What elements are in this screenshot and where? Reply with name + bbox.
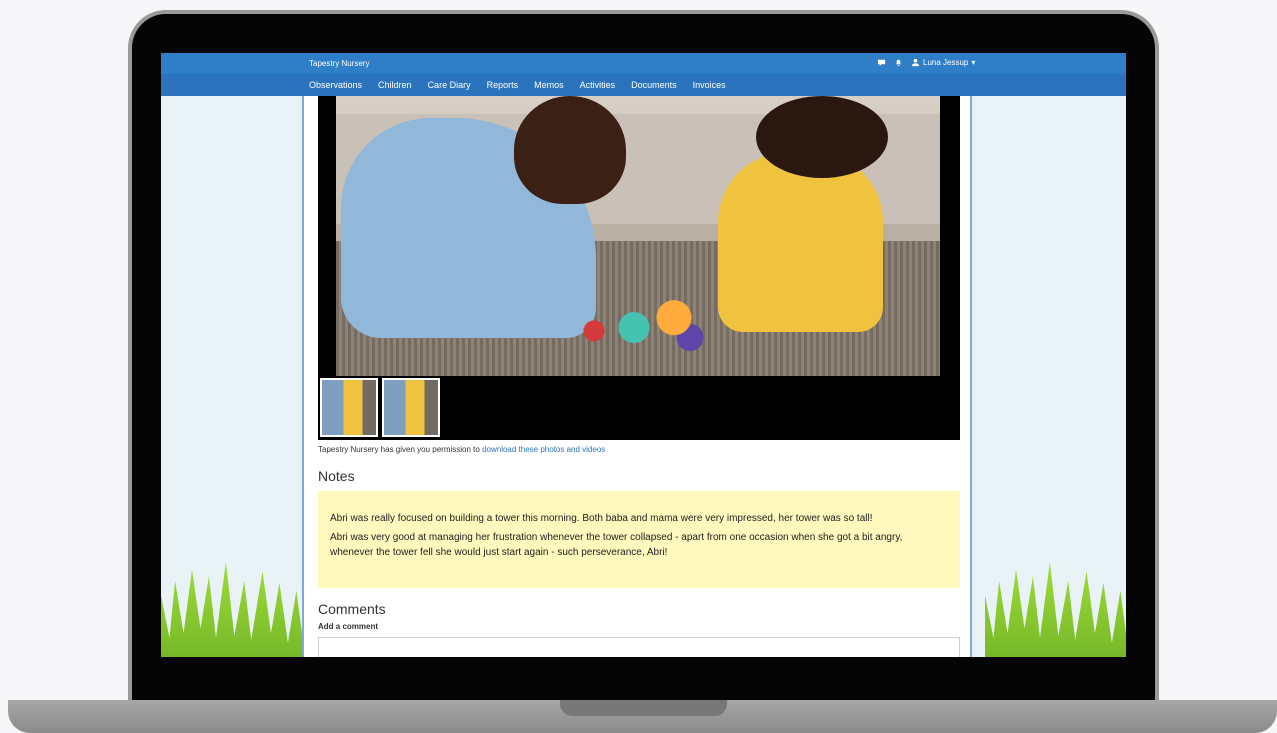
photo-child-figure: [718, 152, 883, 332]
right-grass-decoration: [985, 562, 1126, 657]
left-grass-decoration: [161, 562, 302, 657]
nav-activities[interactable]: Activities: [580, 80, 616, 90]
download-permission-message: Tapestry Nursery has given you permissio…: [318, 445, 605, 454]
bell-icon[interactable]: [894, 58, 903, 67]
nav-memos[interactable]: Memos: [534, 80, 564, 90]
user-menu[interactable]: Luna Jessup ▾: [911, 58, 975, 67]
user-area: Luna Jessup ▾: [877, 58, 975, 67]
navigation-items: Observations Children Care Diary Reports…: [309, 80, 726, 90]
notes-heading: Notes: [318, 468, 355, 484]
nav-reports[interactable]: Reports: [487, 80, 519, 90]
nav-documents[interactable]: Documents: [631, 80, 677, 90]
user-icon: [911, 58, 920, 67]
observation-content: Tapestry Nursery has given you permissio…: [302, 96, 972, 657]
photo-thumbnail-2[interactable]: [382, 378, 440, 437]
download-photos-link[interactable]: download these photos and videos: [482, 445, 605, 454]
top-bar: Tapestry Nursery Luna Jessup ▾: [161, 53, 1126, 74]
main-photo[interactable]: [336, 96, 940, 376]
application-screen: Tapestry Nursery Luna Jessup ▾ Observati…: [161, 53, 1126, 657]
nav-invoices[interactable]: Invoices: [693, 80, 726, 90]
photo-thumbnail-1[interactable]: [320, 378, 378, 437]
comments-heading: Comments: [318, 601, 386, 617]
main-navigation: Observations Children Care Diary Reports…: [161, 74, 1126, 96]
notes-box: Abri was really focused on building a to…: [318, 491, 960, 588]
nav-observations[interactable]: Observations: [309, 80, 362, 90]
permission-text: Tapestry Nursery has given you permissio…: [318, 445, 483, 454]
user-name: Luna Jessup: [923, 58, 969, 67]
note-paragraph-2: Abri was very good at managing her frust…: [330, 532, 903, 558]
photo-gallery: [318, 96, 960, 440]
nav-children[interactable]: Children: [378, 80, 412, 90]
photo-toy-blocks: [562, 288, 722, 354]
photo-child-head: [756, 96, 888, 178]
chat-icon[interactable]: [877, 58, 886, 67]
caret-down-icon: ▾: [971, 58, 976, 67]
laptop-notch: [560, 700, 727, 716]
nav-care-diary[interactable]: Care Diary: [428, 80, 471, 90]
brand-name[interactable]: Tapestry Nursery: [309, 59, 369, 68]
add-comment-label: Add a comment: [318, 622, 379, 631]
note-paragraph-1: Abri was really focused on building a to…: [330, 513, 873, 524]
photo-adult-head: [514, 96, 626, 204]
comment-input[interactable]: [318, 637, 960, 657]
